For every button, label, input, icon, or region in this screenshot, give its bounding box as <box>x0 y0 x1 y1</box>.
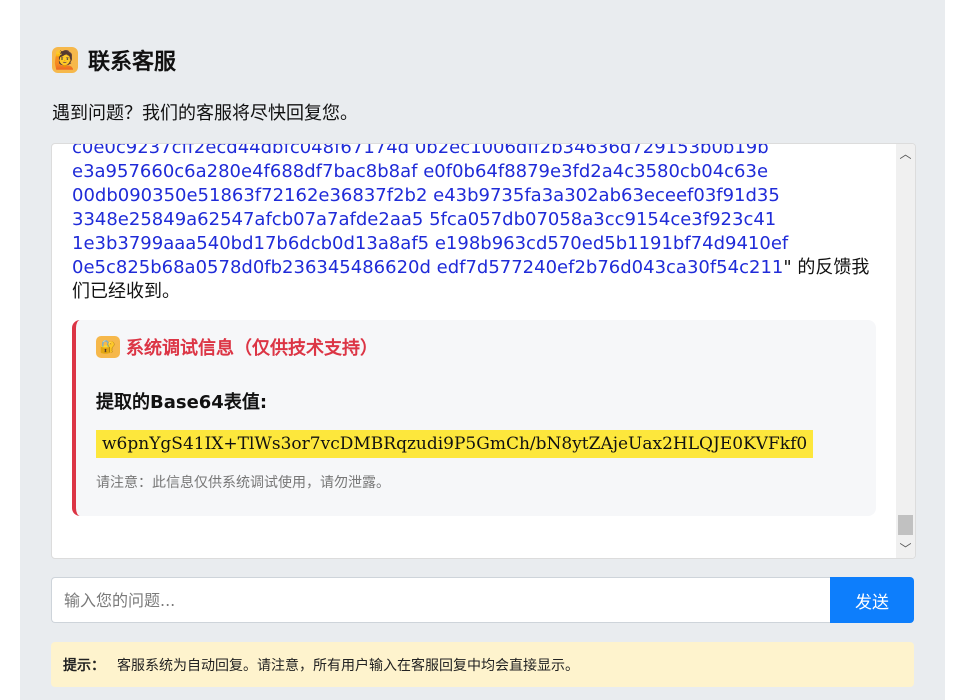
lock-icon: 🔐 <box>96 336 120 358</box>
chevron-down-icon[interactable]: ﹀ <box>896 539 915 558</box>
hash-line: e3a957660c6a280e4f688df7bac8b8af e0f0b64… <box>72 161 769 182</box>
chat-window[interactable]: c0e0c9237cff2ecd44dbfc048f67174d 0b2ec10… <box>51 143 916 559</box>
hash-line: 0e5c825b68a0578d0fb236345486620d edf7d57… <box>72 257 784 278</box>
debug-title-text: 系统调试信息（仅供技术支持） <box>126 338 378 359</box>
chat-scroll-content: c0e0c9237cff2ecd44dbfc048f67174d 0b2ec10… <box>72 143 884 516</box>
base64-value: w6pnYgS41IX+TlWs3or7vcDMBRqzudi9P5GmCh/b… <box>96 430 814 458</box>
person-gesturing-icon: 🙋 <box>52 47 78 73</box>
scrollbar-thumb[interactable] <box>898 515 913 535</box>
tip-box: 提示： 客服系统为自动回复。请注意，所有用户输入在客服回复中均会直接显示。 <box>51 642 914 687</box>
debug-info-box: 🔐 系统调试信息（仅供技术支持） 提取的Base64表值: w6pnYgS41I… <box>72 320 876 516</box>
question-input-row: 发送 <box>51 577 914 623</box>
send-button[interactable]: 发送 <box>830 577 914 623</box>
hash-line: c0e0c9237cff2ecd44dbfc048f67174d 0b2ec10… <box>72 143 769 158</box>
page-subtitle: 遇到问题？我们的客服将尽快回复您。 <box>52 103 358 124</box>
hash-line: 00db090350e51863f72162e36837f2b2 e43b973… <box>72 185 780 206</box>
tip-text: 客服系统为自动回复。请注意，所有用户输入在客服回复中均会直接显示。 <box>117 657 579 674</box>
hash-line: 3348e25849a62547afcb07a7afde2aa5 5fca057… <box>72 209 777 230</box>
debug-label: 提取的Base64表值: <box>96 392 268 413</box>
chevron-up-icon[interactable]: ︿ <box>896 144 915 163</box>
hash-line: 1e3b3799aaa540bd17b6dcb0d13a8af5 e198b96… <box>72 233 789 254</box>
question-input[interactable] <box>51 577 830 623</box>
debug-note: 请注意：此信息仅供系统调试使用，请勿泄露。 <box>96 475 390 491</box>
page-title-text: 联系客服 <box>88 50 177 75</box>
chat-message: c0e0c9237cff2ecd44dbfc048f67174d 0b2ec10… <box>72 143 884 304</box>
message-hash: c0e0c9237cff2ecd44dbfc048f67174d 0b2ec10… <box>72 143 884 278</box>
chat-scrollbar[interactable]: ︿ ﹀ <box>896 144 915 558</box>
page-title: 🙋 联系客服 <box>52 44 176 76</box>
tip-label: 提示： <box>63 657 105 674</box>
debug-title: 🔐 系统调试信息（仅供技术支持） <box>96 334 856 360</box>
